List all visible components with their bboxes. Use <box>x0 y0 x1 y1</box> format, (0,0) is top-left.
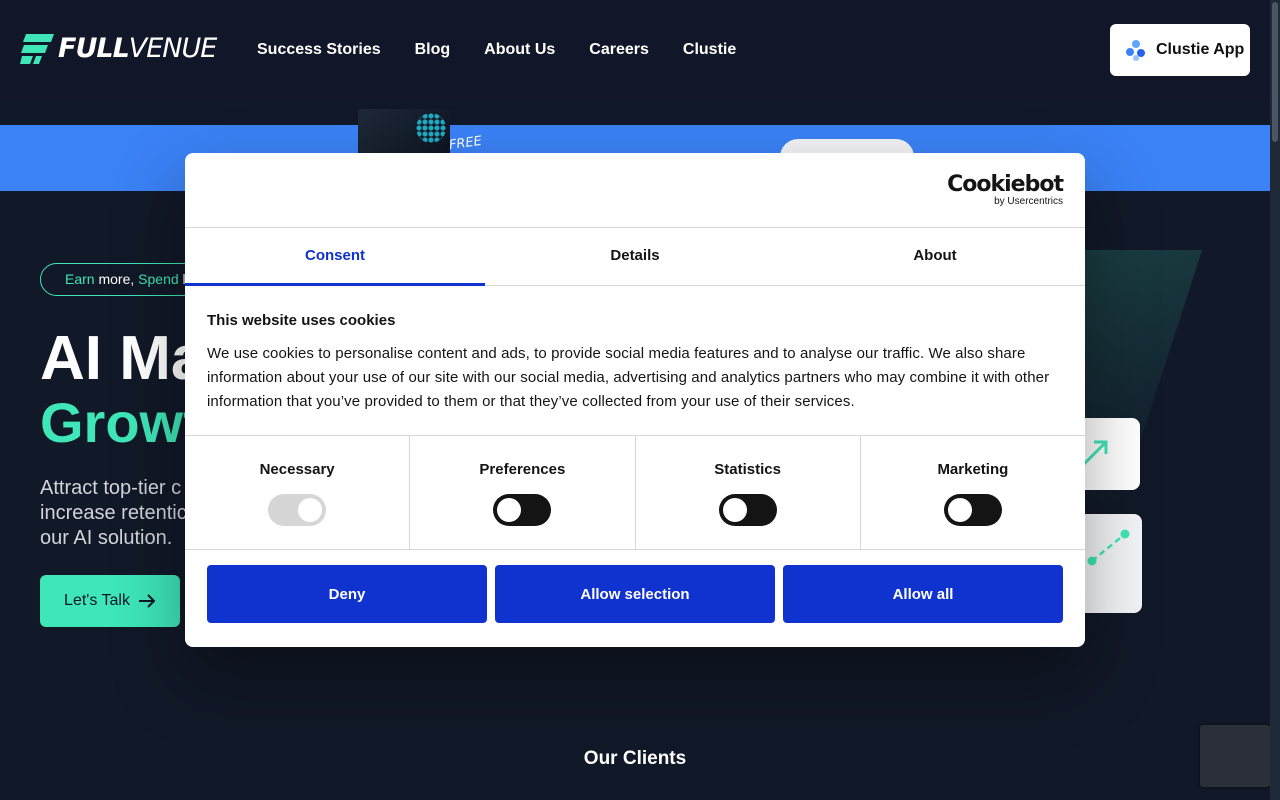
nav-clustie[interactable]: Clustie <box>683 39 736 61</box>
hero-tagline-badge: Earn more, Spend les <box>40 263 200 296</box>
category-label: Necessary <box>259 461 335 478</box>
page-scrollbar[interactable] <box>1270 0 1280 800</box>
nav-success-stories[interactable]: Success Stories <box>257 39 381 61</box>
statistics-toggle[interactable] <box>718 494 777 526</box>
site-header: FULLVENUE Success Stories Blog About Us … <box>0 0 1280 100</box>
category-statistics: Statistics <box>636 436 861 549</box>
category-preferences: Preferences <box>410 436 636 549</box>
consent-buttons: Deny Allow selection Allow all <box>185 550 1085 623</box>
scrollbar-thumb[interactable] <box>1272 2 1278 142</box>
category-label: Marketing <box>937 461 1009 478</box>
cookie-consent-dialog: Cookiebot by Usercentrics Consent Detail… <box>185 153 1085 647</box>
clustie-icon <box>1126 40 1145 61</box>
cookiebot-logo-text: Cookiebot <box>947 172 1064 197</box>
clustie-app-label: Clustie App <box>1156 41 1245 58</box>
allow-all-button[interactable]: Allow all <box>783 565 1063 623</box>
category-necessary: Necessary <box>185 436 411 549</box>
tagline-earn: Earn <box>65 271 95 287</box>
nav-blog[interactable]: Blog <box>415 39 451 61</box>
allow-selection-button[interactable]: Allow selection <box>495 565 775 623</box>
logo-text-bold: FULL <box>58 33 130 64</box>
logo-mark-icon <box>20 34 54 64</box>
dialog-header: Cookiebot by Usercentrics <box>185 153 1085 228</box>
main-nav: Success Stories Blog About Us Careers Cl… <box>257 39 736 61</box>
cookiebot-logo-sub: by Usercentrics <box>994 196 1063 207</box>
active-tab-indicator <box>185 283 485 286</box>
tagline-spend: Spend <box>138 271 179 287</box>
clustie-app-button[interactable]: Clustie App <box>1110 24 1250 76</box>
arrow-right-icon <box>138 594 156 608</box>
consent-heading: This website uses cookies <box>207 312 396 329</box>
tab-about[interactable]: About <box>785 228 1085 285</box>
hero-title-line1: AI Ma <box>40 324 206 393</box>
deny-button[interactable]: Deny <box>207 565 487 623</box>
hero-subtitle: Attract top-tier c increase retentic our… <box>40 477 187 549</box>
hero-title-line2: Growt <box>40 391 202 454</box>
dialog-tabs: Consent Details About <box>185 228 1085 286</box>
nav-about-us[interactable]: About Us <box>484 39 555 61</box>
fullvenue-logo[interactable]: FULLVENUE <box>20 32 218 66</box>
lets-talk-label: Let's Talk <box>64 592 130 609</box>
our-clients-heading: Our Clients <box>583 748 687 769</box>
logo-text-light: VENUE <box>128 33 218 64</box>
tagline-more: more, <box>94 271 139 287</box>
logo-text: FULLVENUE <box>58 32 218 66</box>
consent-categories: Necessary Preferences Statistics Marketi… <box>185 436 1085 550</box>
marketing-toggle[interactable] <box>943 494 1002 526</box>
tab-details[interactable]: Details <box>485 228 785 285</box>
recaptcha-badge[interactable] <box>1200 725 1270 787</box>
necessary-toggle <box>268 494 327 526</box>
consent-body: We use cookies to personalise content an… <box>207 345 1050 410</box>
category-label: Statistics <box>714 461 781 478</box>
consent-content: This website uses cookies We use cookies… <box>185 286 1085 436</box>
preferences-toggle[interactable] <box>493 494 552 526</box>
cookiebot-logo[interactable]: Cookiebot by Usercentrics <box>947 172 1064 207</box>
tab-consent[interactable]: Consent <box>185 228 485 285</box>
ebook-dots-graphic <box>416 113 446 143</box>
category-marketing: Marketing <box>861 436 1085 549</box>
category-label: Preferences <box>479 461 566 478</box>
lets-talk-button[interactable]: Let's Talk <box>40 575 180 627</box>
nav-careers[interactable]: Careers <box>589 39 649 61</box>
